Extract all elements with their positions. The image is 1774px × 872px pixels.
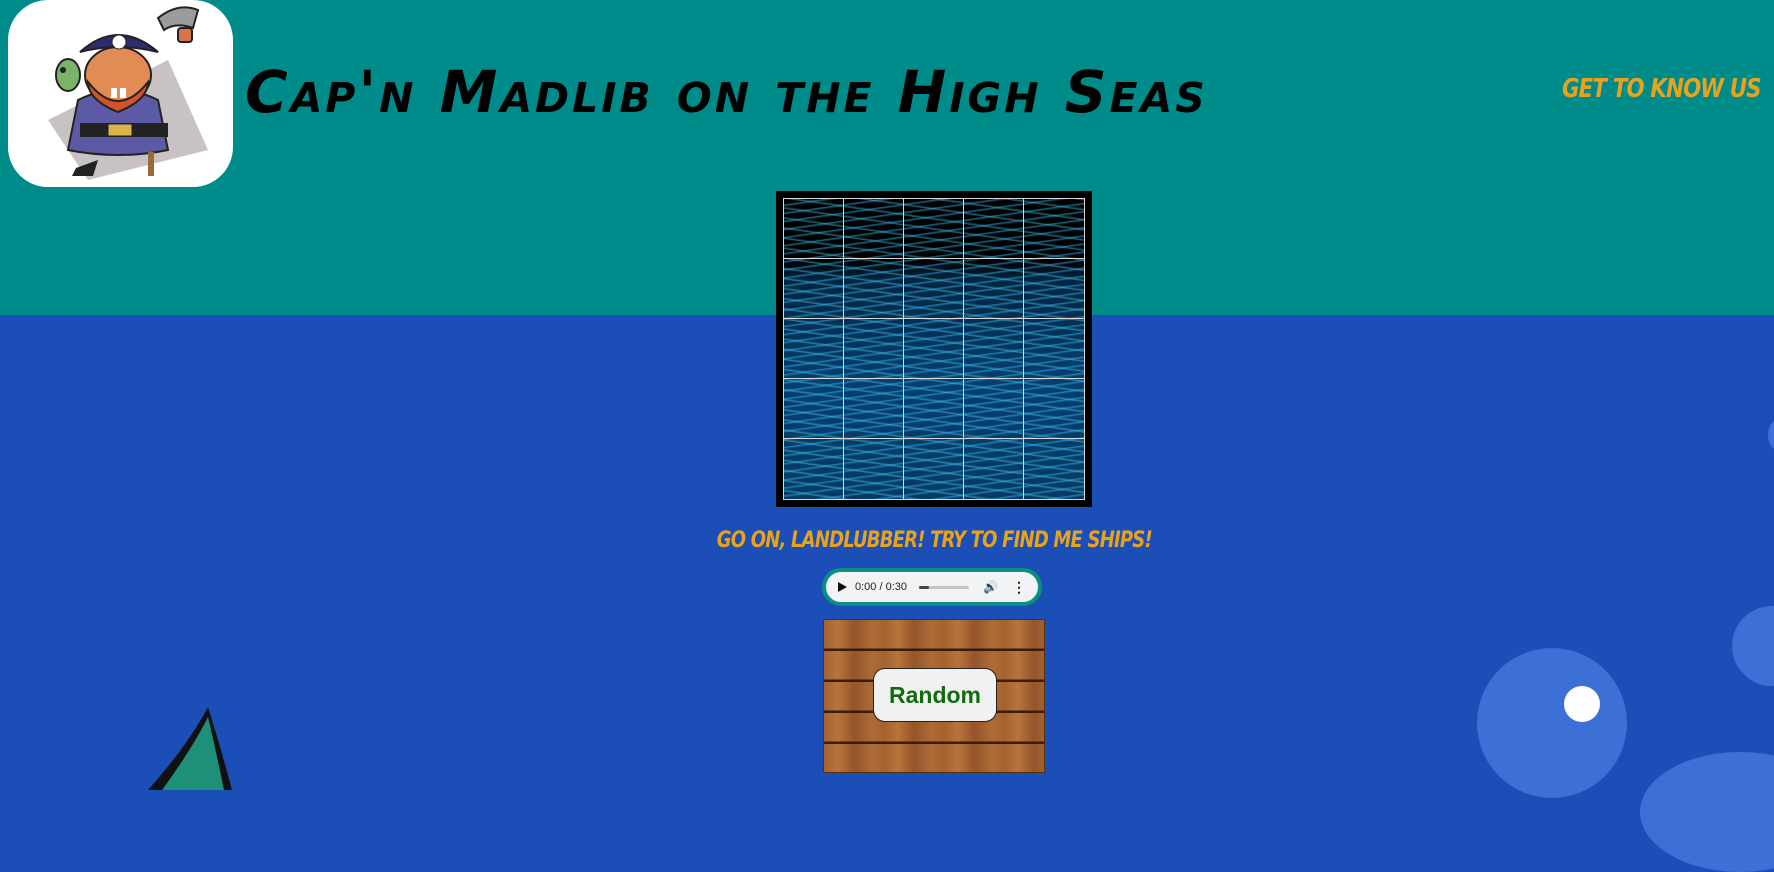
grid-cell[interactable] — [904, 439, 964, 499]
grid-cell[interactable] — [964, 439, 1024, 499]
grid-cell[interactable] — [1024, 379, 1084, 439]
get-to-know-us-link[interactable]: Get to Know Us — [1562, 74, 1762, 104]
grid-cell[interactable] — [1024, 439, 1084, 499]
grid-cell[interactable] — [1024, 319, 1084, 379]
grid-cell[interactable] — [844, 439, 904, 499]
grid-cell[interactable] — [784, 259, 844, 319]
grid-cell[interactable] — [904, 259, 964, 319]
grid-cell[interactable] — [784, 379, 844, 439]
wooden-crate-panel: Random — [823, 619, 1045, 773]
shark-fin-icon — [148, 707, 232, 790]
grid-cell[interactable] — [784, 319, 844, 379]
more-options-icon[interactable]: ⋮ — [1012, 579, 1026, 596]
page-title: Cap'n Madlib on the High Seas — [245, 58, 1208, 126]
audio-progress-slider[interactable] — [919, 585, 970, 589]
grid-cell[interactable] — [844, 259, 904, 319]
grid-cell[interactable] — [964, 199, 1024, 259]
game-board — [776, 191, 1092, 507]
play-icon[interactable] — [838, 582, 847, 592]
instruction-text: Go on, landlubber! Try to find me ships! — [0, 528, 1774, 553]
battleship-grid — [783, 198, 1085, 500]
grid-cell[interactable] — [964, 319, 1024, 379]
grid-cell[interactable] — [844, 319, 904, 379]
grid-cell[interactable] — [904, 379, 964, 439]
audio-time: 0:00 / 0:30 — [855, 581, 907, 593]
instruction-label: Go on, landlubber! Try to find me ships! — [716, 528, 1152, 553]
grid-cell[interactable] — [784, 199, 844, 259]
audio-player[interactable]: 0:00 / 0:30 🔊 ⋮ — [822, 568, 1042, 606]
pirate-icon — [48, 6, 208, 180]
grid-cell[interactable] — [1024, 199, 1084, 259]
volume-icon[interactable]: 🔊 — [983, 580, 998, 594]
grid-cell[interactable] — [784, 439, 844, 499]
grid-cell[interactable] — [904, 319, 964, 379]
grid-cell[interactable] — [904, 199, 964, 259]
random-button[interactable]: Random — [873, 668, 997, 722]
bubble-icon — [1477, 648, 1627, 798]
pirate-captain-logo[interactable] — [8, 0, 233, 187]
grid-cell[interactable] — [964, 379, 1024, 439]
grid-cell[interactable] — [844, 379, 904, 439]
bubble-icon — [1564, 686, 1600, 722]
grid-cell[interactable] — [964, 259, 1024, 319]
grid-cell[interactable] — [844, 199, 904, 259]
grid-cell[interactable] — [1024, 259, 1084, 319]
